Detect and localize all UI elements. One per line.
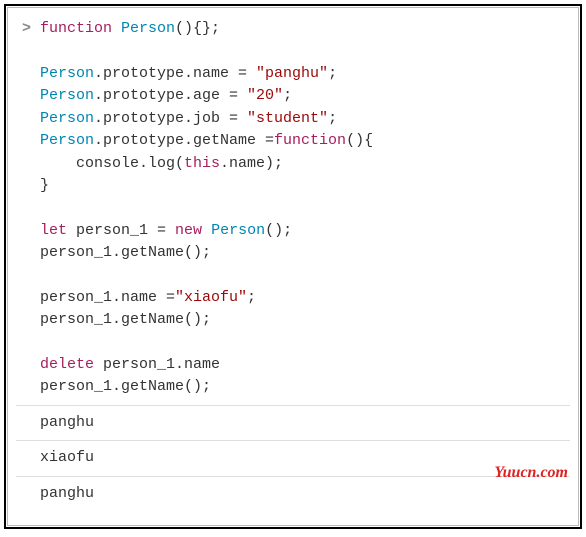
code-line: Person.prototype.getName =function(){	[40, 130, 570, 153]
code-line: Person.prototype.job = "student";	[40, 108, 570, 131]
code-line: }	[40, 175, 570, 198]
blank-line	[40, 265, 570, 287]
code-line: delete person_1.name	[40, 354, 570, 377]
code-line: console.log(this.name);	[40, 153, 570, 176]
console-output-line: panghu	[16, 405, 570, 441]
console-inner-frame: > function Person(){}; Person.prototype.…	[7, 7, 579, 526]
console-outer-frame: > function Person(){}; Person.prototype.…	[4, 4, 582, 529]
code-line: person_1.getName();	[40, 242, 570, 265]
input-prompt: >	[22, 18, 31, 41]
blank-line	[40, 198, 570, 220]
code-line: person_1.name ="xiaofu";	[40, 287, 570, 310]
code-line: function Person(){};	[40, 18, 570, 41]
console-output-line: xiaofu	[16, 440, 570, 476]
console-output-line: panghu	[16, 476, 570, 512]
blank-line	[40, 332, 570, 354]
code-line: Person.prototype.age = "20";	[40, 85, 570, 108]
code-line: person_1.getName();	[40, 376, 570, 399]
code-line: Person.prototype.name = "panghu";	[40, 63, 570, 86]
blank-line	[40, 41, 570, 63]
watermark-text: Yuucn.com	[494, 461, 568, 485]
code-line: person_1.getName();	[40, 309, 570, 332]
code-input-block[interactable]: > function Person(){}; Person.prototype.…	[16, 18, 570, 399]
code-line: let person_1 = new Person();	[40, 220, 570, 243]
console-output-section: panghu xiaofu panghu	[16, 405, 570, 512]
